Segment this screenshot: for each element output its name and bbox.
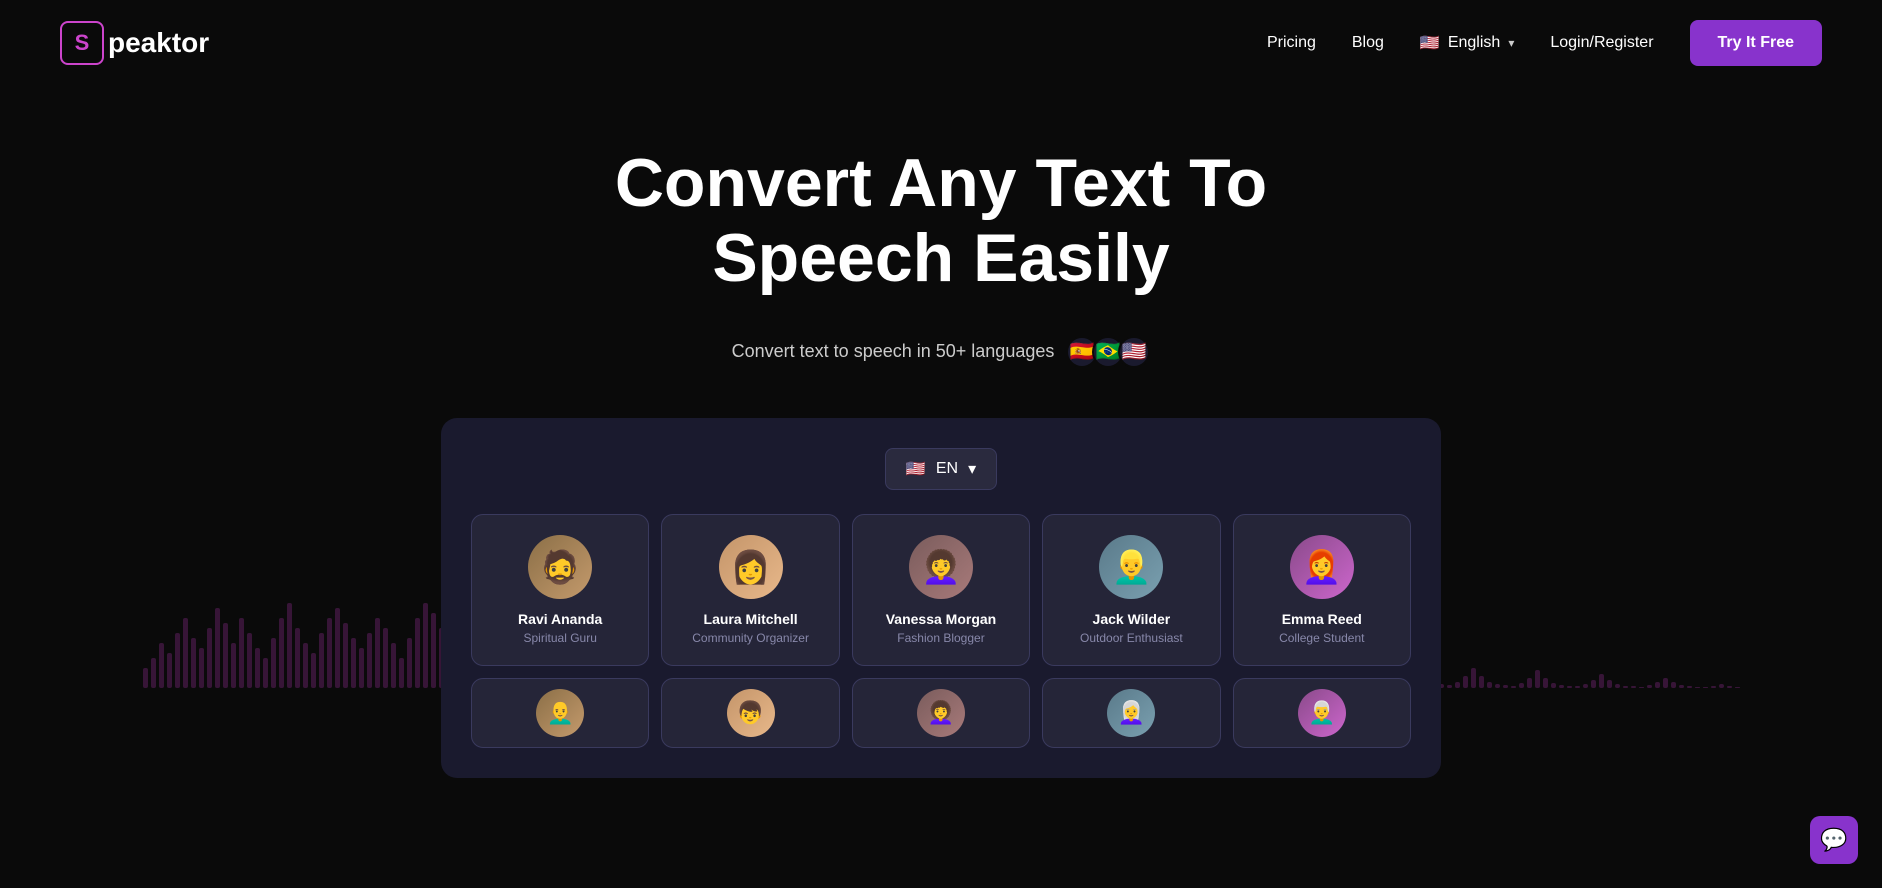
voice-name: Ravi Ananda bbox=[484, 611, 636, 627]
language-selector[interactable]: 🇺🇸 English ▾ bbox=[1420, 33, 1514, 53]
voice-card-partial[interactable]: 👨‍🦲 bbox=[471, 678, 649, 748]
lang-chevron-icon: ▾ bbox=[968, 459, 976, 479]
voice-card[interactable]: 👱‍♂️ Jack Wilder Outdoor Enthusiast bbox=[1042, 514, 1220, 666]
voice-card[interactable]: 👩 Laura Mitchell Community Organizer bbox=[661, 514, 839, 666]
nav-links: Pricing Blog 🇺🇸 English ▾ Login/Register… bbox=[1267, 20, 1822, 66]
voice-avatar-sm: 👦 bbox=[727, 689, 775, 737]
lang-flag-icon: 🇺🇸 bbox=[906, 459, 926, 479]
lang-selector: 🇺🇸 EN ▾ bbox=[471, 448, 1411, 490]
chevron-down-icon: ▾ bbox=[1508, 36, 1514, 50]
voice-avatar-sm: 👨‍🦲 bbox=[536, 689, 584, 737]
hero-section: Convert Any Text To Speech Easily Conver… bbox=[0, 86, 1882, 408]
voice-role: Community Organizer bbox=[674, 631, 826, 645]
voice-card-partial[interactable]: 👦 bbox=[661, 678, 839, 748]
demo-panel: 🇺🇸 EN ▾ 🧔 Ravi Ananda Spiritual Guru 👩 L… bbox=[441, 418, 1441, 778]
voice-grid-row2: 👨‍🦲 👦 👩‍🦱 👩‍🦳 👨‍🦳 bbox=[471, 678, 1411, 748]
voice-card[interactable]: 👩‍🦱 Vanessa Morgan Fashion Blogger bbox=[852, 514, 1030, 666]
voice-role: Fashion Blogger bbox=[865, 631, 1017, 645]
blog-link[interactable]: Blog bbox=[1352, 34, 1384, 52]
lang-dropdown[interactable]: 🇺🇸 EN ▾ bbox=[885, 448, 997, 490]
login-register-link[interactable]: Login/Register bbox=[1550, 34, 1653, 52]
voice-name: Jack Wilder bbox=[1055, 611, 1207, 627]
chat-button[interactable]: 💬 bbox=[1810, 816, 1858, 864]
voice-card-partial[interactable]: 👩‍🦱 bbox=[852, 678, 1030, 748]
hero-subtitle: Convert text to speech in 50+ languages … bbox=[20, 336, 1862, 368]
voice-card[interactable]: 🧔 Ravi Ananda Spiritual Guru bbox=[471, 514, 649, 666]
lang-code: EN bbox=[936, 460, 958, 478]
flag-us-icon: 🇺🇸 bbox=[1118, 336, 1150, 368]
try-free-button[interactable]: Try It Free bbox=[1690, 20, 1822, 66]
voice-avatar-sm: 👩‍🦳 bbox=[1107, 689, 1155, 737]
logo[interactable]: S peaktor bbox=[60, 21, 209, 65]
voice-avatar: 🧔 bbox=[528, 535, 592, 599]
logo-icon: S bbox=[60, 21, 104, 65]
logo-text: peaktor bbox=[108, 27, 209, 59]
pricing-link[interactable]: Pricing bbox=[1267, 34, 1316, 52]
subtitle-text: Convert text to speech in 50+ languages bbox=[732, 341, 1055, 362]
voice-avatar: 👱‍♂️ bbox=[1099, 535, 1163, 599]
voice-avatar: 👩‍🦰 bbox=[1290, 535, 1354, 599]
voice-name: Emma Reed bbox=[1246, 611, 1398, 627]
voice-card-partial[interactable]: 👨‍🦳 bbox=[1233, 678, 1411, 748]
voice-name: Vanessa Morgan bbox=[865, 611, 1017, 627]
navbar: S peaktor Pricing Blog 🇺🇸 English ▾ Logi… bbox=[0, 0, 1882, 86]
voice-card-partial[interactable]: 👩‍🦳 bbox=[1042, 678, 1220, 748]
chat-icon: 💬 bbox=[1820, 827, 1847, 853]
voice-name: Laura Mitchell bbox=[674, 611, 826, 627]
voice-role: Outdoor Enthusiast bbox=[1055, 631, 1207, 645]
voice-avatar-sm: 👨‍🦳 bbox=[1298, 689, 1346, 737]
language-label: English bbox=[1448, 34, 1500, 52]
voice-role: College Student bbox=[1246, 631, 1398, 645]
voice-grid-row1: 🧔 Ravi Ananda Spiritual Guru 👩 Laura Mit… bbox=[471, 514, 1411, 666]
voice-avatar: 👩 bbox=[719, 535, 783, 599]
voice-card[interactable]: 👩‍🦰 Emma Reed College Student bbox=[1233, 514, 1411, 666]
hero-title: Convert Any Text To Speech Easily bbox=[491, 146, 1391, 296]
language-flag-icon: 🇺🇸 bbox=[1420, 33, 1440, 53]
voice-role: Spiritual Guru bbox=[484, 631, 636, 645]
voice-avatar: 👩‍🦱 bbox=[909, 535, 973, 599]
flag-group: 🇪🇸 🇧🇷 🇺🇸 bbox=[1066, 336, 1150, 368]
voice-avatar-sm: 👩‍🦱 bbox=[917, 689, 965, 737]
